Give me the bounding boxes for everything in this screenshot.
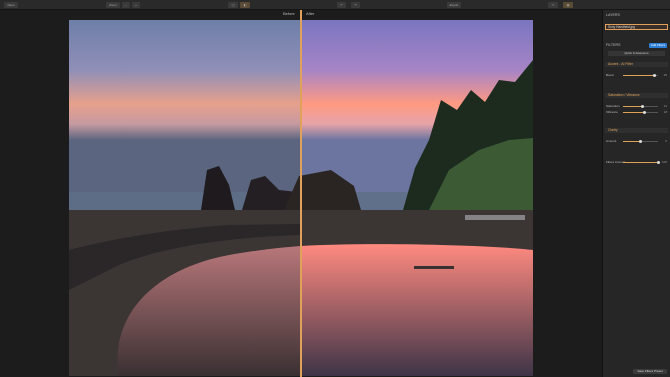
add-filters-button[interactable]: Add Filters [649, 43, 667, 48]
after-label: After [306, 11, 315, 16]
before-label: Before [283, 11, 295, 16]
panel-toggle-icon[interactable]: ▭ [548, 2, 558, 8]
zoom-in-button[interactable]: + [132, 2, 140, 8]
split-view-icon[interactable]: ◧ [240, 2, 250, 8]
undo-icon[interactable]: ↶ [337, 2, 346, 8]
boost-slider[interactable] [623, 74, 658, 77]
layers-title: LAYERS [606, 13, 620, 17]
filter-clarity-header[interactable]: Clarity [605, 128, 668, 133]
saturation-value: 14 [663, 104, 667, 108]
export-dropdown[interactable]: Export [447, 2, 461, 8]
zoom-out-button[interactable]: − [122, 2, 130, 8]
amount-value: 0 [665, 139, 667, 143]
layer-name: Sony Handheld.jpg [608, 25, 635, 29]
filter-accent-header[interactable]: Accent - AI Filter [605, 62, 668, 67]
gallery-icon[interactable]: ▦ [563, 2, 573, 8]
filters-panel: LAYERS Sony Handheld.jpg FILTERS Add Fil… [602, 10, 670, 377]
vibrance-slider[interactable] [623, 111, 658, 114]
saturation-slider[interactable] [623, 105, 658, 108]
before-after-divider-handle[interactable] [300, 10, 302, 377]
quick-presets-dropdown[interactable]: Quick & Awesome [608, 51, 665, 56]
layer-item[interactable]: Sony Handheld.jpg [605, 24, 668, 30]
zoom-dropdown[interactable]: Zoom [106, 2, 120, 8]
filters-amount-slider[interactable] [623, 161, 660, 164]
vibrance-value: 18 [663, 110, 667, 114]
top-toolbar: Open Zoom − + ◫ ◧ ↶ ↷ Export ▭ ▦ [0, 0, 670, 10]
redo-icon[interactable]: ↷ [351, 2, 360, 8]
amount-slider[interactable] [623, 140, 658, 143]
compare-icon[interactable]: ◫ [228, 2, 238, 8]
filter-saturation-header[interactable]: Saturation / Vibrance [605, 93, 668, 98]
filters-amount-value: 100 [661, 160, 667, 164]
save-filters-preset-button[interactable]: Save Filters Preset [633, 369, 667, 374]
open-button[interactable]: Open [4, 2, 18, 8]
boost-value: 25 [663, 73, 667, 77]
